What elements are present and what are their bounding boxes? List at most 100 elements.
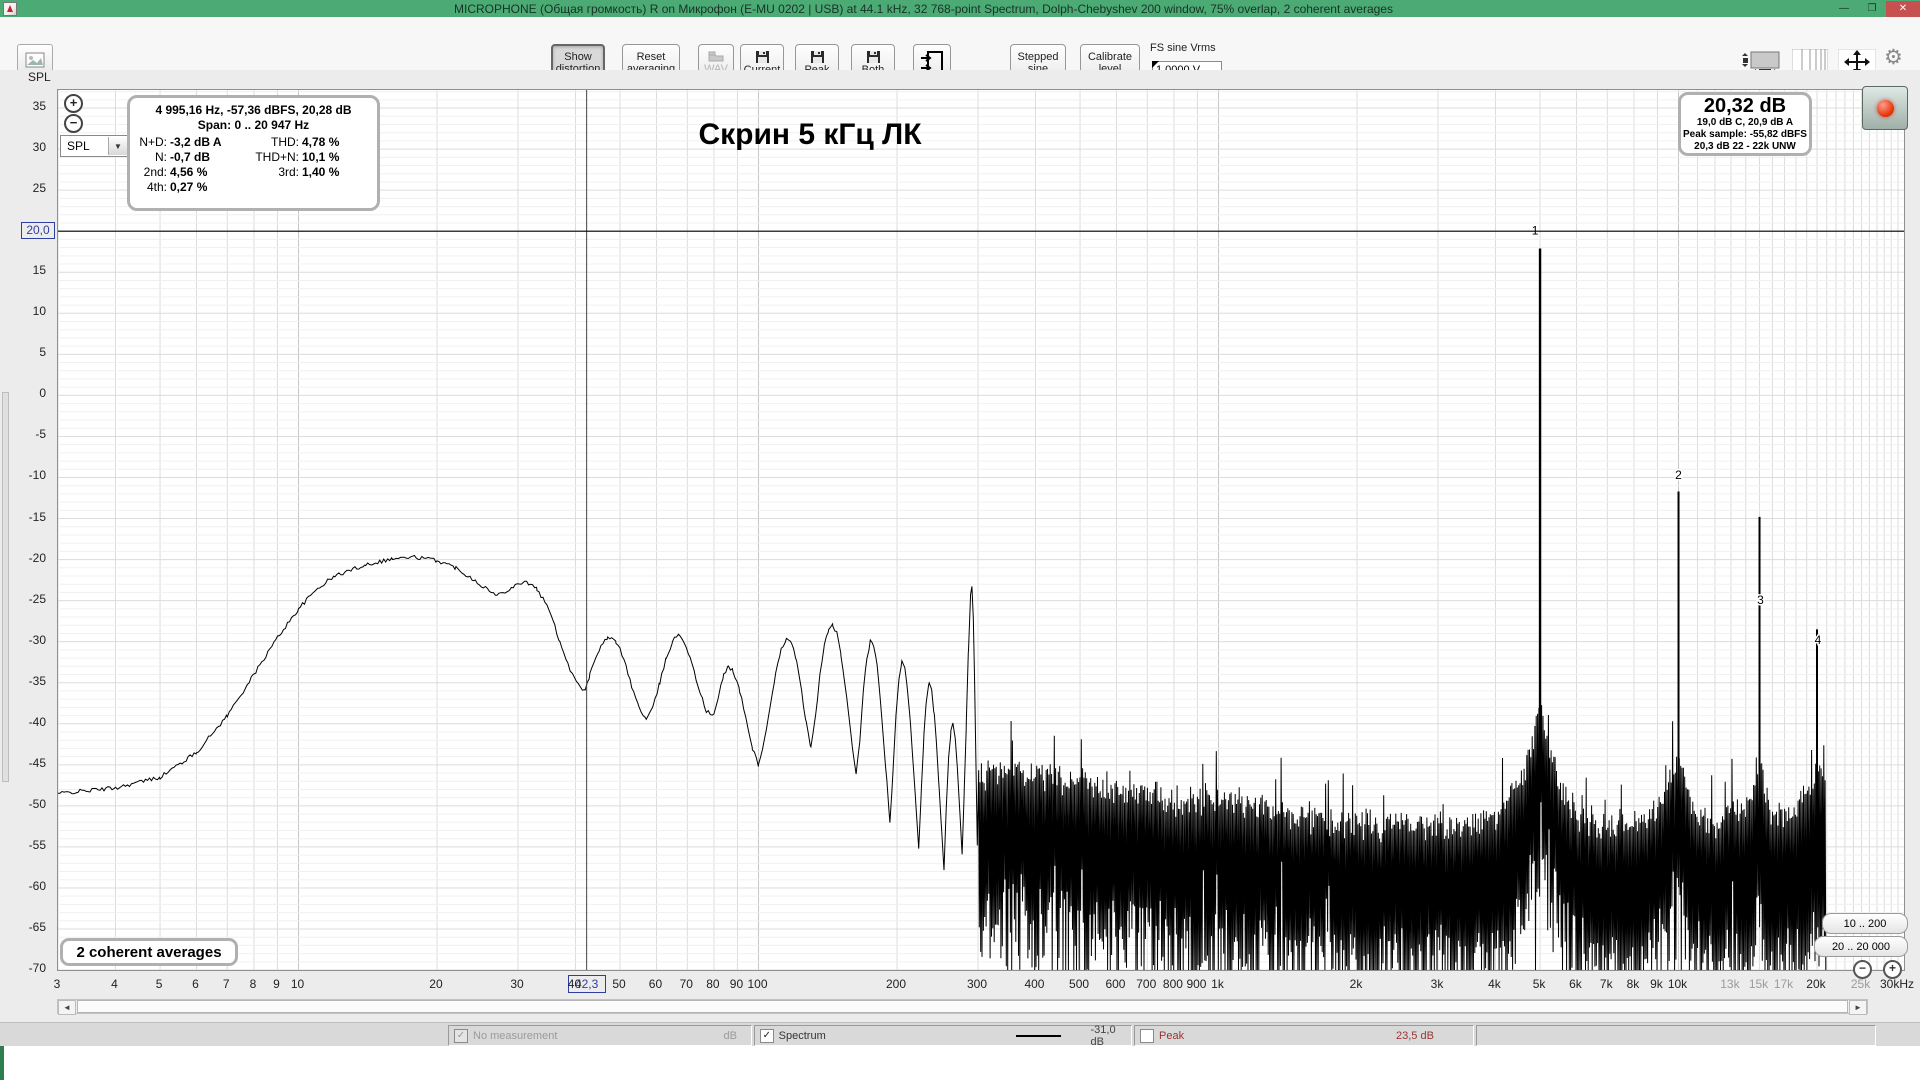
- range-button-10-200[interactable]: 10 .. 200: [1822, 913, 1908, 934]
- scroll-right-icon[interactable]: ►: [1849, 1000, 1867, 1015]
- x-tick-label: 25k: [1850, 977, 1871, 991]
- gear-icon[interactable]: ⚙: [1884, 45, 1903, 70]
- level-band: 20,3 dB 22 - 22k UNW: [1694, 141, 1796, 152]
- empty-panel: [1476, 1025, 1876, 1046]
- level-readout-box: 20,32 dB 19,0 dB C, 20,9 dB A Peak sampl…: [1678, 92, 1812, 156]
- fs-sine-label: FS sine Vrms: [1150, 42, 1216, 54]
- y-tick-label: -50: [28, 796, 46, 811]
- x-tick-label: 15k: [1748, 977, 1769, 991]
- x-tick-label: 20: [429, 977, 443, 991]
- y-tick-label: -45: [28, 755, 46, 770]
- y-tick-label: -15: [28, 509, 46, 524]
- x-tick-label: 2k: [1349, 977, 1363, 991]
- no-measurement-checkbox[interactable]: ✓: [454, 1028, 468, 1043]
- y-tick-label: -35: [28, 673, 46, 688]
- spectrum-plot[interactable]: 1 2 3 4 + −: [57, 89, 1905, 971]
- harmonic-label-1: 1: [1532, 223, 1539, 237]
- span-readout: Span: 0 .. 20 947 Hz: [197, 118, 310, 132]
- x-tick-label: 13k: [1720, 977, 1740, 991]
- x-tick-label: 60: [648, 977, 663, 991]
- x-tick-label: 400: [1024, 977, 1045, 991]
- x-tick-label: 5k: [1532, 977, 1546, 991]
- workspace: SPL 1 2 3 4 + − SPL ▼ 4 995,16 Hz, -57,36 d…: [0, 70, 1920, 1022]
- horizontal-scrollbar[interactable]: ◄ ►: [57, 999, 1868, 1015]
- spectrum-label: Spectrum: [778, 1029, 826, 1042]
- chevron-down-icon[interactable]: ▼: [108, 137, 127, 155]
- x-tick-label: 900: [1186, 977, 1207, 991]
- peak-value: 23,5 dB: [1396, 1029, 1434, 1042]
- level-weighted: 19,0 dB C, 20,9 dB A: [1696, 117, 1794, 128]
- maximize-button[interactable]: ❐: [1858, 1, 1886, 17]
- statusbar: ✓ No measurement dB ✓ Spectrum -31,0 dB …: [0, 1022, 1920, 1048]
- x-tick-label: 17k: [1773, 977, 1794, 991]
- x-tick-label: 8: [249, 977, 257, 991]
- x-tick-label: 3: [53, 977, 61, 991]
- level-main: 20,32 dB: [1703, 95, 1787, 117]
- x-tick-label: 3k: [1430, 977, 1444, 991]
- green-edge-bar: [0, 1046, 4, 1080]
- spl-combobox-value: SPL: [67, 139, 90, 153]
- no-measurement-label: No measurement: [473, 1029, 558, 1042]
- harmonic-label-4: 4: [1815, 633, 1822, 647]
- y-tick-label: -60: [28, 878, 46, 893]
- x-tick-label: 4k: [1488, 977, 1501, 991]
- record-button[interactable]: [1862, 86, 1908, 130]
- x-tick-label: 8k: [1626, 977, 1640, 991]
- x-tick-label: 300: [966, 977, 988, 991]
- x-tick-label: 50: [612, 977, 626, 991]
- x-tick-label: 6: [192, 977, 199, 991]
- x-tick-label: 700: [1136, 977, 1157, 991]
- toolbar: Show distortion Reset averaging WAV Curr…: [0, 17, 1920, 82]
- floppy-icon: [866, 50, 880, 63]
- y-tick-label: 30: [32, 140, 46, 155]
- application-window: MICROPHONE (Общая громкость) R on Микроф…: [0, 0, 1920, 1080]
- window-title: MICROPHONE (Общая громкость) R on Микроф…: [454, 1, 1393, 16]
- close-button[interactable]: ✕: [1886, 0, 1920, 17]
- y-tick-label: -10: [28, 468, 46, 483]
- cursor-info-box: 4 995,16 Hz, -57,36 dBFS, 20,28 dB Span:…: [127, 95, 380, 211]
- peak-sample: Peak sample: -55,82 dBFS: [1683, 129, 1807, 140]
- y-tick-label: -55: [28, 837, 46, 852]
- spectrum-checkbox[interactable]: ✓: [760, 1028, 774, 1043]
- range-button-20-20000[interactable]: 20 .. 20 000: [1814, 936, 1908, 957]
- spectrum-value: -31,0 dB: [1090, 1023, 1116, 1048]
- peak-panel: Peak 23,5 dB: [1134, 1025, 1474, 1046]
- x-tick-label: 6k: [1569, 977, 1582, 991]
- x-tick-label: 200: [885, 977, 906, 991]
- y-cursor-label: 20,0: [21, 222, 55, 240]
- peak-checkbox[interactable]: [1140, 1028, 1154, 1043]
- y-tick-label: -20: [28, 550, 46, 565]
- floppy-icon: [810, 50, 824, 63]
- folder-icon: [708, 51, 724, 62]
- y-tick-label: 10: [32, 304, 46, 319]
- cursor-readout: 4 995,16 Hz, -57,36 dBFS, 20,28 dB: [155, 103, 352, 117]
- no-measurement-panel: ✓ No measurement dB: [448, 1025, 752, 1046]
- x-tick-label: 80: [706, 977, 720, 991]
- distortion-grid: N+D: -3,2 dB A THD: 4,78 % N: -0,7 dB THD+N…: [139, 135, 340, 194]
- x-tick-label: 30: [510, 977, 524, 991]
- x-tick-label: 40: [567, 977, 582, 991]
- averages-box: 2 coherent averages: [60, 938, 238, 966]
- spectrum-chart: 1 2 3 4: [58, 90, 1904, 970]
- y-tick-label: -40: [28, 714, 46, 729]
- x-tick-label: 4: [111, 977, 118, 991]
- fs-sine-notch-icon: [1152, 61, 1159, 68]
- zoom-in-button[interactable]: +: [64, 94, 83, 113]
- x-tick-label: 100: [747, 977, 768, 991]
- spl-combobox[interactable]: SPL ▼: [60, 135, 128, 157]
- x-tick-label: 9: [273, 977, 280, 991]
- x-tick-label: 600: [1105, 977, 1126, 991]
- minimize-button[interactable]: —: [1830, 1, 1858, 17]
- x-tick-label: 5: [155, 977, 163, 991]
- y-tick-label: 35: [32, 99, 46, 114]
- zoom-out-button[interactable]: −: [64, 114, 83, 133]
- x-tick-label: 30kHz: [1879, 977, 1915, 991]
- y-tick-label: -65: [28, 920, 46, 934]
- harmonic-label-2: 2: [1675, 468, 1682, 482]
- bottom-strip: [0, 1046, 1920, 1080]
- no-measurement-unit: dB: [723, 1029, 737, 1042]
- x-tick-label: 10: [290, 977, 305, 991]
- scroll-left-icon[interactable]: ◄: [58, 1000, 76, 1015]
- app-icon[interactable]: [3, 1, 17, 16]
- scrollbar-thumb[interactable]: [77, 1000, 1848, 1013]
